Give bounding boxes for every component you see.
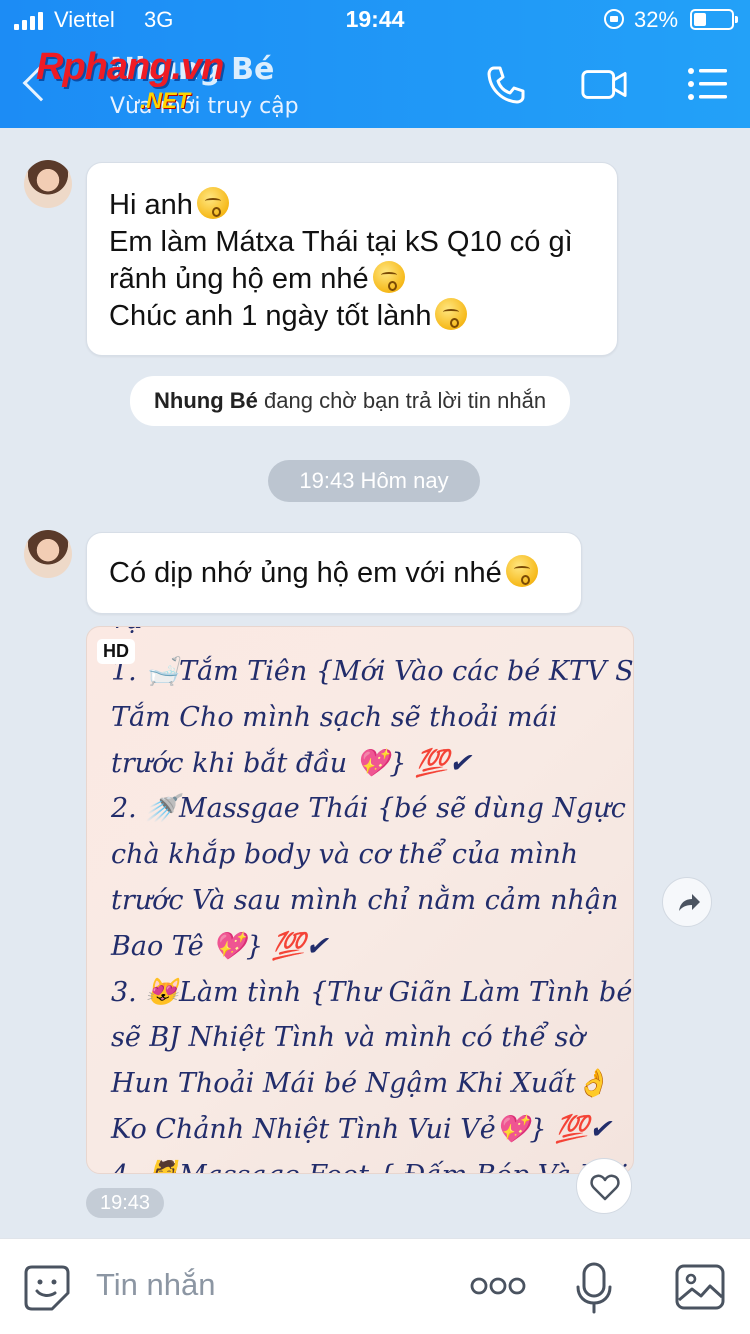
contact-avatar[interactable] xyxy=(24,530,72,578)
image-text-line: 3. 😻Làm tình {Thư Giãn Làm Tình bé xyxy=(111,976,633,1008)
time-separator: 19:43 Hôm nay xyxy=(268,460,480,502)
image-text-line: sẽ BJ Nhiệt Tình và mình có thể sờ xyxy=(111,1022,585,1054)
contact-avatar[interactable] xyxy=(24,160,72,208)
kissing-face-icon xyxy=(435,298,468,330)
image-text-line: Hun Thoải Mái bé Ngậm Khi Xuất👌 xyxy=(111,1068,610,1100)
watermark-logo: Rphang.vn xyxy=(36,46,224,88)
share-arrow-icon xyxy=(679,894,700,911)
watermark-logo-sub: .NET xyxy=(140,88,191,113)
input-bar: Tin nhắn xyxy=(0,1238,750,1334)
menu-icon[interactable] xyxy=(684,62,732,106)
battery-percent: 32% xyxy=(634,7,679,32)
heart-icon xyxy=(590,1174,620,1201)
image-icon[interactable] xyxy=(674,1263,726,1311)
image-text-line: 4. 💆Massage Foot { Đấm Bóp Và Nói xyxy=(111,1153,631,1173)
waiting-notice: Nhung Bé đang chờ bạn trả lời tin nhắn xyxy=(130,376,571,426)
more-dots-icon[interactable] xyxy=(470,1275,526,1297)
image-text-line: trước khi bắt đầu 💖} 💯✔ xyxy=(111,747,472,779)
battery-fill xyxy=(694,13,706,26)
share-button[interactable] xyxy=(662,877,712,927)
image-text-line: 2. 🚿Massgae Thái {bé sẽ dùng Ngực xyxy=(111,793,626,825)
react-heart-button[interactable] xyxy=(576,1158,632,1214)
image-text-line: Bao Tê 💖} 💯✔ xyxy=(111,930,328,962)
message-text: Hi anh Em làm Mátxa Thái tại kS Q10 có g… xyxy=(109,187,573,332)
image-text-line: 1. 🛁Tắm Tiên {Mới Vào các bé KTV Sẽ xyxy=(111,656,634,687)
kissing-face-icon xyxy=(196,187,229,219)
image-text: 1. 🛁Tắm Tiên {Mới Vào các bé KTV Sẽ Tắm C… xyxy=(111,649,634,1173)
message-bubble[interactable]: Hi anh Em làm Mátxa Thái tại kS Q10 có g… xyxy=(86,162,618,356)
battery-icon xyxy=(690,9,738,30)
message-bubble[interactable]: Có dịp nhớ ủng hộ em với nhé xyxy=(86,532,582,614)
message-input[interactable]: Tin nhắn xyxy=(96,1267,216,1303)
kissing-face-icon xyxy=(372,261,405,293)
message-text: Có dịp nhớ ủng hộ em với nhé xyxy=(109,557,502,589)
image-text-fragment: vụ xyxy=(111,627,142,635)
kissing-face-icon xyxy=(505,555,538,587)
image-text-line: Tắm Cho mình sạch sẽ thoải mái xyxy=(111,701,558,733)
rotation-lock-icon xyxy=(604,9,624,29)
phone-icon[interactable] xyxy=(482,62,530,106)
image-message[interactable]: vụ 1. 🛁Tắm Tiên {Mới Vào các bé KTV Sẽ Tắ… xyxy=(86,626,634,1174)
image-text-line: chà khắp body và cơ thể của mình xyxy=(111,839,579,871)
sticker-icon[interactable] xyxy=(22,1263,72,1313)
image-text-line: trước Và sau mình chỉ nằm cảm nhận xyxy=(111,884,619,916)
message-timestamp: 19:43 xyxy=(86,1188,164,1218)
video-call-icon[interactable] xyxy=(580,62,628,106)
microphone-icon[interactable] xyxy=(574,1261,614,1315)
status-bar: Viettel 3G 19:44 32% xyxy=(0,0,750,40)
hd-badge: HD xyxy=(97,639,135,664)
contact-status: Vừa mới truy cập xyxy=(110,94,299,119)
chat-header: Viettel 3G 19:44 32% Nhung Bé Vừa mới tr… xyxy=(0,0,750,128)
image-text-line: Ko Chảnh Nhiệt Tình Vui Vẻ💖} 💯✔ xyxy=(111,1113,612,1145)
